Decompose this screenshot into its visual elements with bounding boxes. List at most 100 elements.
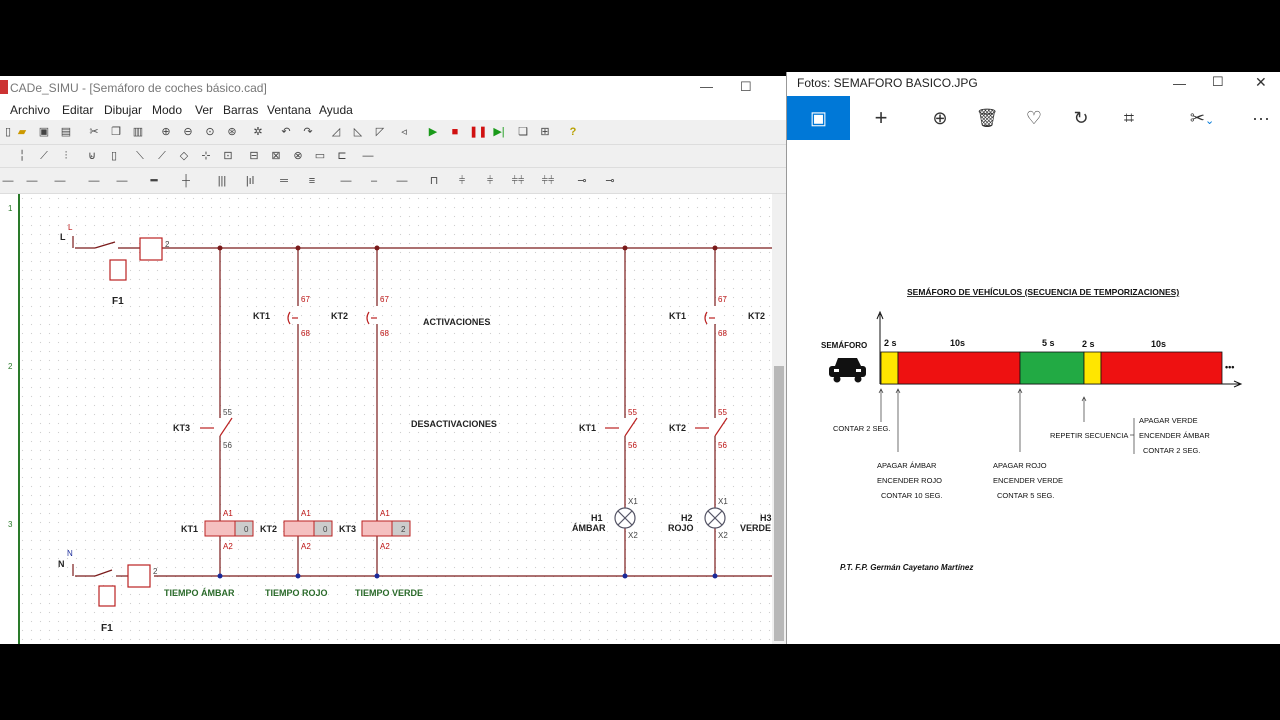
delete-icon[interactable]: 🗑: [965, 96, 1009, 140]
flip-icon[interactable]: ◃: [396, 124, 412, 140]
help-icon[interactable]: ?: [565, 124, 581, 140]
svg-text:ENCENDER VERDE: ENCENDER VERDE: [993, 476, 1063, 485]
maximize-button[interactable]: ☐: [740, 79, 752, 95]
align-icon[interactable]: ◿: [328, 124, 344, 140]
wiring-toolbar: — — — — — ━ ┼ ||| |ıl ═ ≡ — – — ⊓ ⫩ ⫩ ⫩⫩…: [0, 168, 786, 194]
open-folder-icon[interactable]: ▰: [14, 124, 30, 140]
wire-icon[interactable]: —: [360, 148, 376, 164]
switch-icon[interactable]: ⟋: [36, 148, 52, 164]
menu-ver[interactable]: Ver: [195, 103, 213, 117]
svg-text:0: 0: [323, 525, 328, 534]
svg-text:56: 56: [718, 441, 727, 450]
equal-icon[interactable]: ═: [276, 173, 292, 189]
zoom-fit-icon[interactable]: ⊛: [224, 124, 240, 140]
relay-icon[interactable]: ⊹: [198, 148, 214, 164]
cut-icon[interactable]: ✂: [86, 124, 102, 140]
photos-window: Fotos: SEMAFORO BASICO.JPG — ☐ ✕ ▣ + ⊕ 🗑…: [786, 72, 1280, 644]
multipole-icon[interactable]: ⫶: [58, 148, 74, 164]
step-icon[interactable]: ▶|: [491, 124, 507, 140]
coil-icon[interactable]: ⊡: [220, 148, 236, 164]
connector-2-icon[interactable]: ⫩: [454, 173, 470, 189]
tools-icon[interactable]: ✲: [250, 124, 266, 140]
equal-2-icon[interactable]: ≡: [304, 173, 320, 189]
parallel-2-icon[interactable]: |ıl: [242, 173, 258, 189]
connector-3-icon[interactable]: ⫩: [482, 173, 498, 189]
breaker-icon[interactable]: ⊌: [84, 148, 100, 164]
menu-ayuda[interactable]: Ayuda: [319, 103, 353, 117]
lamp-icon[interactable]: ⊗: [290, 148, 306, 164]
more-options-button[interactable]: ···: [1239, 96, 1280, 140]
crop-icon[interactable]: ⌗: [1107, 96, 1151, 140]
redo-icon[interactable]: ↷: [300, 124, 316, 140]
photos-title-bar: Fotos: SEMAFORO BASICO.JPG — ☐ ✕: [787, 72, 1280, 96]
drawing-canvas[interactable]: L 67 68 67 68 67 68 55 56 55 56 A1 A2 A1 A2 A1 A…: [0, 194, 772, 644]
svg-text:ENCENDER ÁMBAR: ENCENDER ÁMBAR: [1139, 431, 1210, 440]
cad-window-title: CADe_SIMU - [Semáforo de coches básico.c…: [10, 81, 267, 95]
line-2-icon[interactable]: —: [24, 173, 40, 189]
undo-icon[interactable]: ↶: [278, 124, 294, 140]
selector-icon[interactable]: ⟋: [154, 148, 170, 164]
bus-2-icon[interactable]: —: [114, 173, 130, 189]
dash-2-icon[interactable]: –: [366, 173, 382, 189]
copy-icon[interactable]: ❐: [108, 124, 124, 140]
minimize-button[interactable]: —: [700, 79, 713, 94]
dash-icon[interactable]: —: [338, 173, 354, 189]
pause-icon[interactable]: ❚❚: [469, 124, 487, 140]
bus-icon[interactable]: —: [86, 173, 102, 189]
stop-icon[interactable]: ■: [447, 124, 463, 140]
parallel-icon[interactable]: |||: [214, 173, 230, 189]
scrollbar-thumb[interactable]: [774, 366, 784, 641]
dash-3-icon[interactable]: —: [394, 173, 410, 189]
junction-icon[interactable]: ┼: [178, 173, 194, 189]
svg-text:55: 55: [223, 408, 232, 417]
timer-icon[interactable]: ⊟: [246, 148, 262, 164]
edit-create-icon[interactable]: ✂⌄: [1177, 96, 1227, 140]
fuse-icon[interactable]: ▯: [106, 148, 122, 164]
add-icon[interactable]: +: [859, 96, 903, 140]
menu-barras[interactable]: Barras: [223, 103, 258, 117]
plug-2-icon[interactable]: ⊸: [602, 173, 618, 189]
zoom-in-icon[interactable]: ⊕: [158, 124, 174, 140]
line-3-icon[interactable]: —: [52, 173, 68, 189]
segment-yellow-1: [880, 351, 899, 385]
svg-text:X1: X1: [628, 497, 638, 506]
menu-archivo[interactable]: Archivo: [10, 103, 50, 117]
zoom-out-icon[interactable]: ⊖: [180, 124, 196, 140]
paste-icon[interactable]: ▥: [130, 124, 146, 140]
photos-close-button[interactable]: ✕: [1255, 74, 1267, 91]
terminal-icon[interactable]: ⊏: [334, 148, 350, 164]
pushbutton-icon[interactable]: ⟍: [132, 148, 148, 164]
mirror-icon[interactable]: ◺: [350, 124, 366, 140]
connector-4-icon[interactable]: ⫩⫩: [510, 173, 526, 189]
connector-icon[interactable]: ⊓: [426, 173, 442, 189]
menu-editar[interactable]: Editar: [62, 103, 93, 117]
svg-text:68: 68: [301, 329, 310, 338]
resistor-icon[interactable]: ▭: [312, 148, 328, 164]
window-icon[interactable]: ❏: [515, 124, 531, 140]
image-view-icon[interactable]: ▣: [787, 96, 850, 140]
menu-modo[interactable]: Modo: [152, 103, 182, 117]
rotate-icon[interactable]: ◸: [372, 124, 388, 140]
zoom-icon[interactable]: ⊕: [918, 96, 962, 140]
save-icon[interactable]: ▣: [36, 124, 52, 140]
connector-5-icon[interactable]: ⫩⫩: [540, 173, 556, 189]
menu-dibujar[interactable]: Dibujar: [104, 103, 142, 117]
print-icon[interactable]: ▤: [58, 124, 74, 140]
favorite-icon[interactable]: ♡: [1012, 96, 1056, 140]
segment-red-2: [1100, 351, 1223, 385]
photos-maximize-button[interactable]: ☐: [1212, 74, 1224, 90]
thick-line-icon[interactable]: ━: [146, 173, 162, 189]
motor-icon[interactable]: ⊠: [268, 148, 284, 164]
line-icon[interactable]: —: [0, 173, 16, 189]
zoom-window-icon[interactable]: ⊙: [202, 124, 218, 140]
rotate-icon[interactable]: ↻: [1059, 96, 1103, 140]
svg-text:X2: X2: [718, 531, 728, 540]
config-icon[interactable]: ⊞: [537, 124, 553, 140]
contact-icon[interactable]: ╎: [14, 148, 30, 164]
photos-minimize-button[interactable]: —: [1173, 76, 1186, 91]
play-icon[interactable]: ▶: [425, 124, 441, 140]
menu-ventana[interactable]: Ventana: [267, 103, 311, 117]
segment-red-1: [897, 351, 1021, 385]
sensor-icon[interactable]: ◇: [176, 148, 192, 164]
plug-icon[interactable]: ⊸: [574, 173, 590, 189]
